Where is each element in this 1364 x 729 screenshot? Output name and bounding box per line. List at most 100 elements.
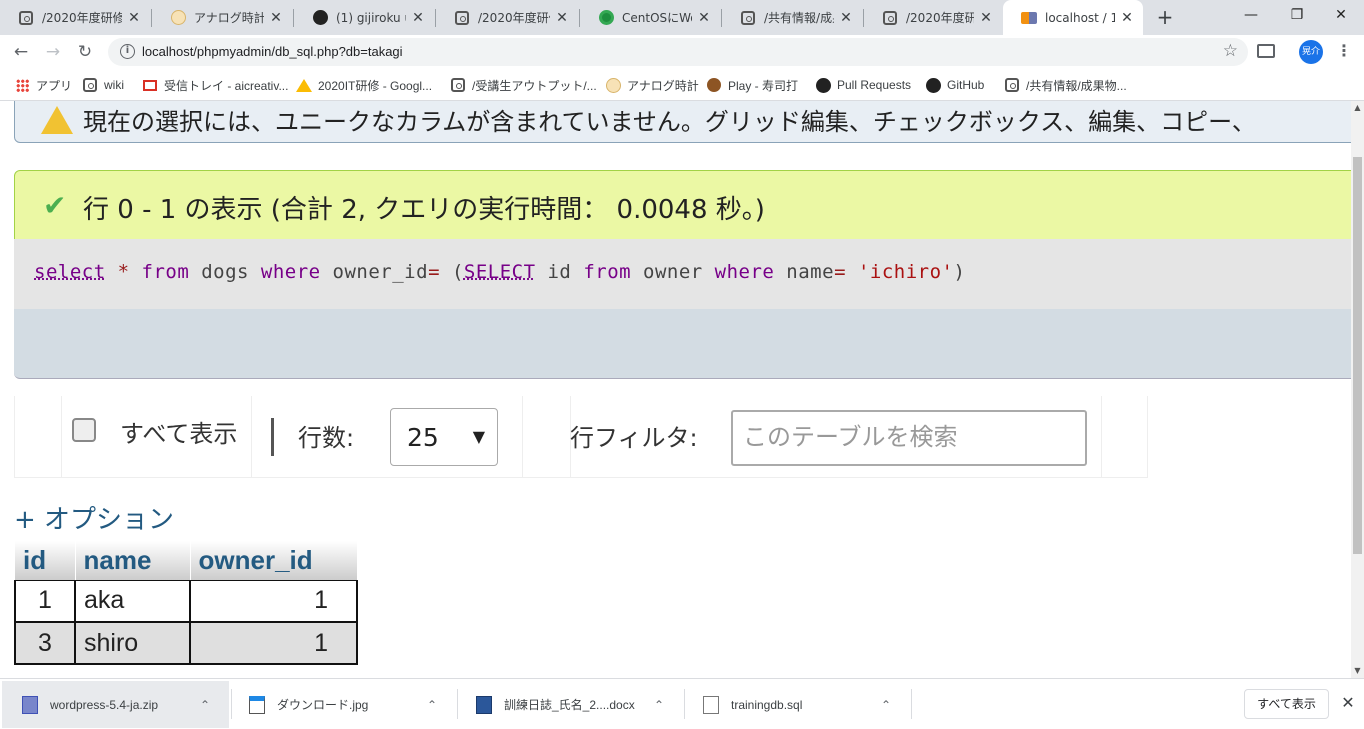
nav-divider	[14, 396, 15, 478]
tab-2020-training-3[interactable]: /2020年度研修 ✕	[864, 0, 1002, 35]
close-icon[interactable]: ✕	[978, 10, 994, 26]
cell-owner-id[interactable]: 1	[189, 621, 358, 665]
tab-2020-training-1[interactable]: /2020年度研修 ✕	[0, 0, 150, 35]
bookmark-drive[interactable]: 2020IT研修 - Googl...	[296, 76, 432, 94]
cell-name[interactable]: aka	[74, 579, 191, 623]
column-header-id[interactable]: id	[15, 541, 76, 580]
close-icon[interactable]: ✕	[126, 10, 142, 26]
url-text[interactable]: localhost/phpmyadmin/db_sql.php?db=takag…	[142, 44, 403, 59]
nav-bottom-border	[14, 477, 1148, 478]
back-arrow-icon[interactable]: ←	[8, 39, 34, 65]
show-all-label[interactable]: すべて表示	[120, 414, 237, 449]
g-logo-icon	[1004, 77, 1020, 93]
column-header-owner-id[interactable]: owner_id	[190, 541, 358, 580]
cell-name[interactable]: shiro	[74, 621, 191, 665]
close-icon[interactable]: ✕	[410, 10, 426, 26]
download-filename: trainingdb.sql	[731, 697, 803, 712]
sql-paren: )	[953, 261, 966, 283]
table-navigation: すべて表示 行数: 25 ▼ 行フィルタ: このテーブルを検索	[14, 396, 1148, 478]
bookmark-github[interactable]: GitHub	[925, 76, 984, 94]
reload-icon[interactable]: ↻	[72, 39, 98, 65]
sql-keyword: where	[714, 261, 775, 283]
sql-identifier: owner_id	[320, 261, 429, 283]
show-all-downloads-button[interactable]: すべて表示	[1244, 689, 1329, 719]
bookmark-label: 2020IT研修 - Googl...	[318, 78, 433, 93]
bookmark-apps[interactable]: アプリ	[14, 76, 72, 94]
bookmark-student-output[interactable]: /受講生アウトプット/...	[450, 76, 597, 94]
show-all-checkbox[interactable]	[72, 418, 96, 442]
close-icon[interactable]: ✕	[838, 10, 854, 26]
column-header-name[interactable]: name	[75, 541, 191, 580]
bookmark-pull-requests[interactable]: Pull Requests	[815, 76, 911, 94]
tab-strip: /2020年度研修 ✕ アナログ時計 ✕ (1) gijiroku up ✕ /…	[0, 0, 1364, 35]
chevron-up-icon[interactable]: ⌃	[422, 698, 442, 712]
warning-icon	[41, 106, 73, 134]
page-scrollbar[interactable]: ▲ ▼	[1351, 101, 1364, 678]
info-icon[interactable]: i	[120, 44, 135, 59]
nav-divider	[1147, 396, 1148, 478]
download-filename: wordpress-5.4-ja.zip	[50, 697, 159, 712]
nav-separator	[271, 418, 274, 456]
download-item-sql[interactable]: trainingdb.sql ⌃	[683, 681, 910, 728]
tab-title: /2020年度研修	[478, 11, 550, 25]
cast-icon[interactable]	[1257, 44, 1275, 58]
download-item-wordpress[interactable]: wordpress-5.4-ja.zip ⌃	[2, 681, 229, 728]
star-icon[interactable]: ☆	[1223, 41, 1238, 61]
close-icon[interactable]: ✕	[1338, 693, 1358, 713]
bookmark-wiki[interactable]: wiki	[82, 76, 124, 94]
success-notice: ✔ 行 0 - 1 の表示 (合計 2, クエリの実行時間： 0.0048 秒。…	[14, 170, 1351, 240]
chevron-up-icon[interactable]: ⌃	[876, 698, 896, 712]
chevron-up-icon[interactable]: ⌃	[649, 698, 669, 712]
bookmark-sushida[interactable]: Play - 寿司打	[706, 76, 798, 94]
sql-operator: =	[428, 261, 441, 283]
row-filter-input[interactable]: このテーブルを検索	[731, 410, 1087, 466]
tab-analog-clock[interactable]: アナログ時計 ✕	[152, 0, 292, 35]
tab-title: /2020年度研修	[42, 11, 122, 25]
bookmark-analog-clock[interactable]: アナログ時計	[605, 76, 699, 94]
new-tab-button[interactable]: +	[1153, 5, 1177, 29]
sql-keyword: select	[34, 261, 106, 283]
tab-title: (1) gijiroku up	[336, 10, 406, 25]
chevron-up-icon[interactable]: ⌃	[195, 698, 215, 712]
close-icon[interactable]: ✕	[554, 10, 570, 26]
table-header-row: id name owner_id	[15, 541, 358, 580]
options-link[interactable]: + オプション	[14, 499, 174, 536]
minimize-button[interactable]: —	[1228, 0, 1274, 32]
sql-query-text[interactable]: select * from dogs where owner_id= (SELE…	[34, 261, 965, 283]
tab-localhost-phpmyadmin[interactable]: localhost / 127 ✕	[1003, 0, 1143, 35]
nav-divider	[522, 396, 523, 478]
forward-arrow-icon[interactable]: →	[40, 39, 66, 65]
sql-space	[130, 261, 142, 283]
sushi-icon	[706, 77, 722, 93]
window-close-button[interactable]: ✕	[1318, 0, 1364, 32]
sql-identifier: dogs	[189, 261, 261, 283]
rows-per-page-select[interactable]: 25 ▼	[390, 408, 498, 466]
cell-id[interactable]: 3	[14, 621, 76, 665]
tab-shared-info[interactable]: /共有情報/成果 ✕	[722, 0, 862, 35]
g-logo-icon	[450, 77, 466, 93]
tab-gijiroku[interactable]: (1) gijiroku up ✕	[294, 0, 434, 35]
profile-avatar[interactable]: 晃介	[1299, 40, 1323, 64]
close-icon[interactable]: ✕	[1119, 10, 1135, 26]
rows-label: 行数:	[298, 424, 355, 452]
download-item-docx[interactable]: 訓練日誌_氏名_2....docx ⌃	[456, 681, 683, 728]
phpmyadmin-icon	[1021, 10, 1037, 26]
scroll-down-arrow-icon[interactable]: ▼	[1351, 664, 1364, 678]
scrollbar-thumb[interactable]	[1353, 157, 1362, 554]
restore-button[interactable]: ❐	[1274, 0, 1320, 32]
download-item-jpg[interactable]: ダウンロード.jpg ⌃	[229, 681, 456, 728]
tab-2020-training-2[interactable]: /2020年度研修 ✕	[436, 0, 578, 35]
tab-title: localhost / 127	[1045, 10, 1115, 25]
address-bar[interactable]: i localhost/phpmyadmin/db_sql.php?db=tak…	[108, 38, 1248, 66]
cell-owner-id[interactable]: 1	[189, 579, 358, 623]
close-icon[interactable]: ✕	[268, 10, 284, 26]
scroll-up-arrow-icon[interactable]: ▲	[1351, 101, 1364, 115]
bookmark-shared-deliverables[interactable]: /共有情報/成果物...	[1004, 76, 1127, 94]
tab-centos-wordpress[interactable]: CentOSにWord ✕	[580, 0, 720, 35]
bookmark-gmail[interactable]: 受信トレイ - aicreativ...	[142, 76, 288, 94]
cell-id[interactable]: 1	[14, 579, 76, 623]
clock-icon	[605, 77, 621, 93]
close-icon[interactable]: ✕	[696, 10, 712, 26]
menu-dots-icon[interactable]: ⋮	[1336, 40, 1352, 64]
sql-keyword: from	[583, 261, 632, 283]
